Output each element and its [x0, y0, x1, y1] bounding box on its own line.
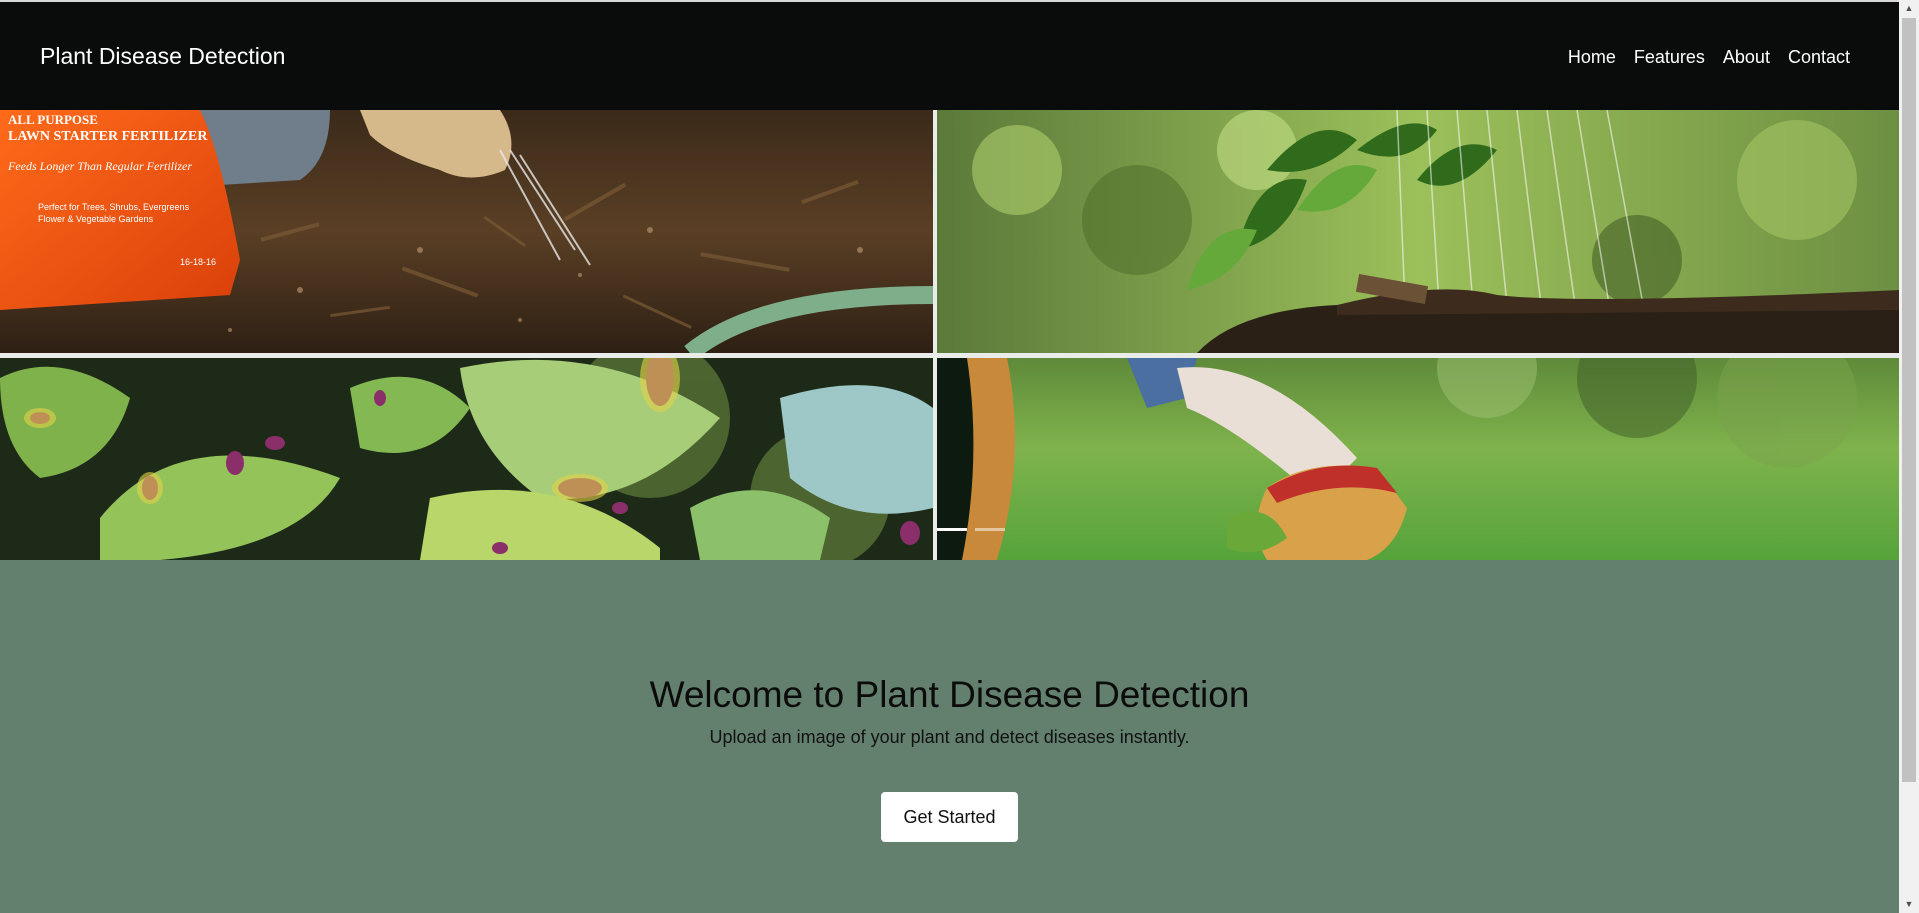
- hero-title: Welcome to Plant Disease Detection: [649, 674, 1250, 715]
- bag-text-2: LAWN STARTER FERTILIZER: [8, 129, 208, 144]
- bag-text-4: Perfect for Trees, Shrubs, Evergreens: [38, 202, 190, 212]
- scroll-up-icon[interactable]: ▲: [1899, 0, 1919, 17]
- vertical-scrollbar[interactable]: ▲ ▼: [1899, 0, 1919, 913]
- get-started-button[interactable]: Get Started: [881, 792, 1018, 842]
- nav-links: Home Features About Contact: [1568, 46, 1850, 68]
- image-carousel[interactable]: ALL PURPOSE LAWN STARTER FERTILIZER Feed…: [0, 110, 1899, 560]
- watering-seedlings-photo: [937, 110, 1899, 353]
- scroll-thumb[interactable]: [1902, 18, 1916, 782]
- carousel-indicators: [937, 528, 1005, 531]
- carousel-indicator-1[interactable]: [937, 528, 967, 531]
- carousel-indicator-2[interactable]: [975, 528, 1005, 531]
- bag-text-3: Feeds Longer Than Regular Fertilizer: [7, 159, 192, 173]
- navbar: Plant Disease Detection Home Features Ab…: [0, 2, 1899, 110]
- gloved-hand-lawn-photo: [937, 358, 1899, 560]
- bag-text-1: ALL PURPOSE: [8, 112, 98, 127]
- nav-link-about[interactable]: About: [1723, 46, 1770, 68]
- bag-text-5: Flower & Vegetable Gardens: [38, 214, 154, 224]
- hero-section: Welcome to Plant Disease Detection Uploa…: [0, 560, 1899, 913]
- scroll-down-icon[interactable]: ▼: [1899, 896, 1919, 913]
- hero-subtitle: Upload an image of your plant and detect…: [709, 727, 1190, 747]
- nav-link-contact[interactable]: Contact: [1788, 46, 1850, 68]
- nav-link-home[interactable]: Home: [1568, 46, 1616, 68]
- bag-text-6: 16-18-16: [180, 257, 216, 267]
- fertilizer-spreading-photo: ALL PURPOSE LAWN STARTER FERTILIZER Feed…: [0, 110, 933, 353]
- page-viewport: Plant Disease Detection Home Features Ab…: [0, 0, 1899, 913]
- brand-link[interactable]: Plant Disease Detection: [40, 42, 285, 70]
- diseased-leaves-photo: [0, 358, 933, 560]
- nav-link-features[interactable]: Features: [1634, 46, 1705, 68]
